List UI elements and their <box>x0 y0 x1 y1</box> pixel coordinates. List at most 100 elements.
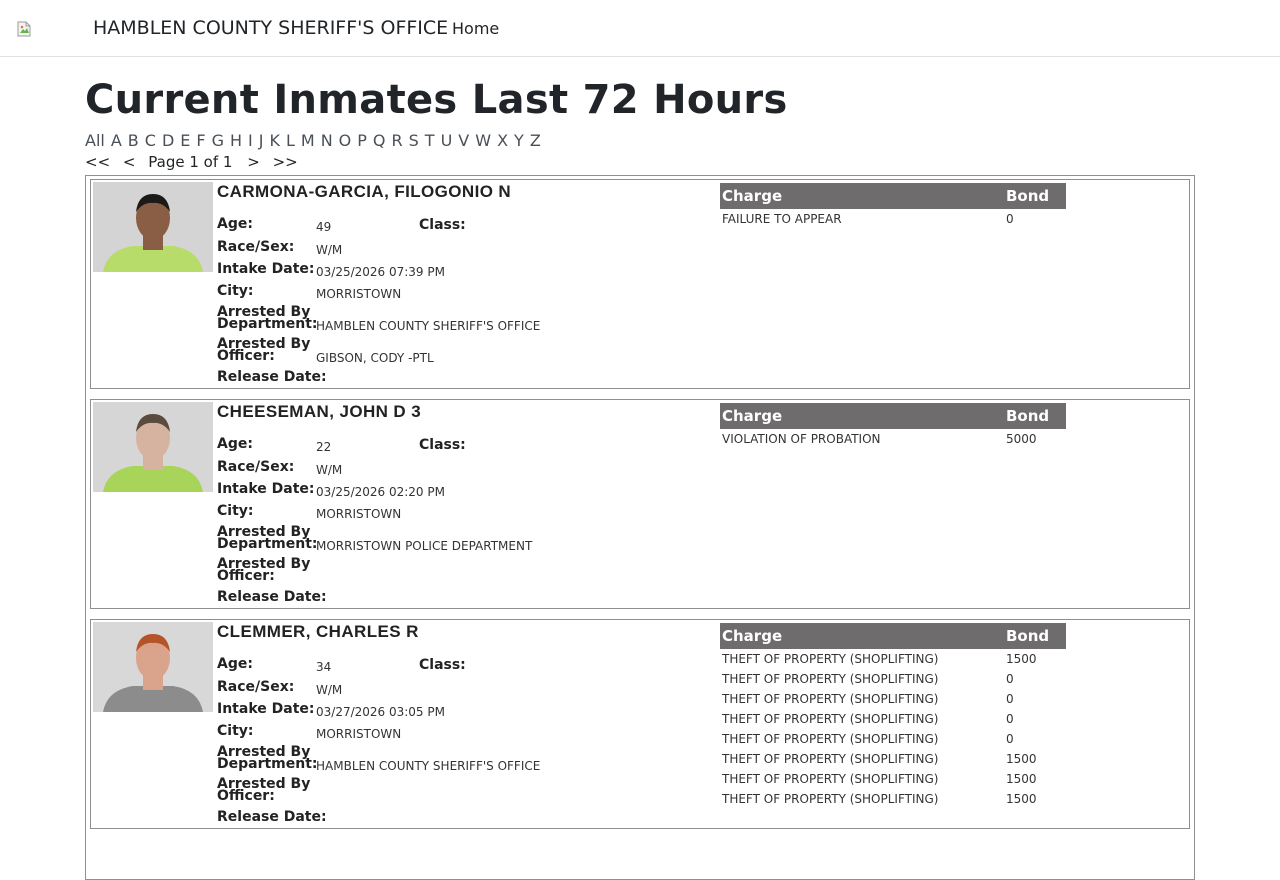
letter-filter-i[interactable]: I <box>248 131 253 150</box>
letter-filter-b[interactable]: B <box>128 131 139 150</box>
first-page-link[interactable]: << <box>85 153 110 171</box>
charge-column-header: Charge <box>722 407 783 425</box>
inmate-photo[interactable] <box>93 622 213 712</box>
charge-description: THEFT OF PROPERTY (SHOPLIFTING) <box>722 712 939 726</box>
charge-row: THEFT OF PROPERTY (SHOPLIFTING) 1500 <box>720 769 1066 789</box>
bond-amount: 0 <box>1006 692 1014 706</box>
inmate-record: CARMONA-GARCIA, FILOGONIO N Age: 49 Race/Se… <box>90 179 1190 389</box>
letter-filter-v[interactable]: V <box>458 131 469 150</box>
charge-row: THEFT OF PROPERTY (SHOPLIFTING) 1500 <box>720 649 1066 669</box>
letter-filter-a[interactable]: A <box>111 131 122 150</box>
value-intake-date: 03/27/2026 03:05 PM <box>316 705 445 719</box>
label-age: Age: <box>217 436 253 452</box>
label-race-sex: Race/Sex: <box>217 679 295 695</box>
label-class: Class: <box>419 437 466 453</box>
inmate-photo[interactable] <box>93 402 213 492</box>
last-page-link[interactable]: >> <box>273 153 298 171</box>
letter-filter-f[interactable]: F <box>196 131 205 150</box>
letter-filter-u[interactable]: U <box>441 131 453 150</box>
value-race-sex: W/M <box>316 243 343 257</box>
main-content: Current Inmates Last 72 Hours All A B C D E F G… <box>85 57 1195 880</box>
inmate-name[interactable]: CARMONA-GARCIA, FILOGONIO N <box>217 182 511 202</box>
charge-row: VIOLATION OF PROBATION 5000 <box>720 429 1066 449</box>
bond-amount: 1500 <box>1006 772 1037 786</box>
letter-filter-q[interactable]: Q <box>373 131 386 150</box>
nav-home-link[interactable]: Home <box>452 19 499 38</box>
charge-description: THEFT OF PROPERTY (SHOPLIFTING) <box>722 792 939 806</box>
letter-filter-w[interactable]: W <box>475 131 491 150</box>
value-age: 22 <box>316 440 332 454</box>
value-city: MORRISTOWN <box>316 287 402 301</box>
charge-description: THEFT OF PROPERTY (SHOPLIFTING) <box>722 732 939 746</box>
label-age: Age: <box>217 216 253 232</box>
label-age: Age: <box>217 656 253 672</box>
bond-column-header: Bond <box>1006 627 1050 645</box>
letter-filter-z[interactable]: Z <box>530 131 541 150</box>
label-officer-line2: Officer: <box>217 568 275 584</box>
value-race-sex: W/M <box>316 683 343 697</box>
charges-table: Charge Bond THEFT OF PROPERTY (SHOPLIFTING… <box>720 623 1066 809</box>
letter-filter-k[interactable]: K <box>269 131 280 150</box>
inmate-photo[interactable] <box>93 182 213 272</box>
charge-description: VIOLATION OF PROBATION <box>722 432 881 446</box>
label-officer-line2: Officer: <box>217 788 275 804</box>
letter-filter-r[interactable]: R <box>392 131 403 150</box>
letter-filter-j[interactable]: J <box>259 131 264 150</box>
letter-filter-all[interactable]: All <box>85 131 105 150</box>
label-intake-date: Intake Date: <box>217 701 315 717</box>
inmate-name[interactable]: CHEESEMAN, JOHN D 3 <box>217 402 421 422</box>
alphabet-filter: All A B C D E F G H I J K L M N O P Q R S T U V W X Y Z <box>85 131 1195 153</box>
broken-image-icon[interactable] <box>16 21 32 37</box>
label-release-date: Release Date: <box>217 589 327 605</box>
letter-filter-o[interactable]: O <box>339 131 352 150</box>
letter-filter-l[interactable]: L <box>286 131 295 150</box>
letter-filter-n[interactable]: N <box>321 131 333 150</box>
charges-header: Charge Bond <box>720 623 1066 649</box>
bond-amount: 1500 <box>1006 792 1037 806</box>
value-department: HAMBLEN COUNTY SHERIFF'S OFFICE <box>316 319 541 333</box>
letter-filter-e[interactable]: E <box>180 131 190 150</box>
charge-description: THEFT OF PROPERTY (SHOPLIFTING) <box>722 672 939 686</box>
value-department: HAMBLEN COUNTY SHERIFF'S OFFICE <box>316 759 541 773</box>
charge-row: THEFT OF PROPERTY (SHOPLIFTING) 0 <box>720 669 1066 689</box>
letter-filter-d[interactable]: D <box>162 131 174 150</box>
inmate-name[interactable]: CLEMMER, CHARLES R <box>217 622 419 642</box>
label-officer-line2: Officer: <box>217 348 275 364</box>
charges-header: Charge Bond <box>720 183 1066 209</box>
next-page-link[interactable]: > <box>247 153 260 171</box>
charges-table: Charge Bond VIOLATION OF PROBATION 5000 <box>720 403 1066 449</box>
letter-filter-y[interactable]: Y <box>514 131 524 150</box>
inmate-list: CARMONA-GARCIA, FILOGONIO N Age: 49 Race/Se… <box>85 175 1195 880</box>
value-city: MORRISTOWN <box>316 727 402 741</box>
letter-filter-h[interactable]: H <box>230 131 242 150</box>
value-city: MORRISTOWN <box>316 507 402 521</box>
pagination: << < Page 1 of 1 > >> <box>85 153 1195 175</box>
letter-filter-g[interactable]: G <box>212 131 224 150</box>
charge-description: THEFT OF PROPERTY (SHOPLIFTING) <box>722 692 939 706</box>
charge-row: THEFT OF PROPERTY (SHOPLIFTING) 1500 <box>720 749 1066 769</box>
charge-description: THEFT OF PROPERTY (SHOPLIFTING) <box>722 652 939 666</box>
label-race-sex: Race/Sex: <box>217 459 295 475</box>
letter-filter-c[interactable]: C <box>145 131 156 150</box>
label-class: Class: <box>419 217 466 233</box>
charges-table: Charge Bond FAILURE TO APPEAR 0 <box>720 183 1066 229</box>
label-release-date: Release Date: <box>217 369 327 385</box>
letter-filter-p[interactable]: P <box>357 131 367 150</box>
site-brand[interactable]: HAMBLEN COUNTY SHERIFF'S OFFICE <box>93 17 448 39</box>
letter-filter-x[interactable]: X <box>497 131 508 150</box>
bond-amount: 0 <box>1006 712 1014 726</box>
label-intake-date: Intake Date: <box>217 481 315 497</box>
bond-amount: 1500 <box>1006 752 1037 766</box>
label-department-line2: Department: <box>217 756 318 772</box>
bond-column-header: Bond <box>1006 407 1050 425</box>
value-officer: GIBSON, CODY -PTL <box>316 351 434 365</box>
label-release-date: Release Date: <box>217 809 327 825</box>
letter-filter-s[interactable]: S <box>409 131 419 150</box>
letter-filter-t[interactable]: T <box>425 131 435 150</box>
bond-column-header: Bond <box>1006 187 1050 205</box>
value-department: MORRISTOWN POLICE DEPARTMENT <box>316 539 533 553</box>
letter-filter-m[interactable]: M <box>301 131 315 150</box>
prev-page-link[interactable]: < <box>123 153 136 171</box>
charge-row: FAILURE TO APPEAR 0 <box>720 209 1066 229</box>
label-city: City: <box>217 503 254 519</box>
